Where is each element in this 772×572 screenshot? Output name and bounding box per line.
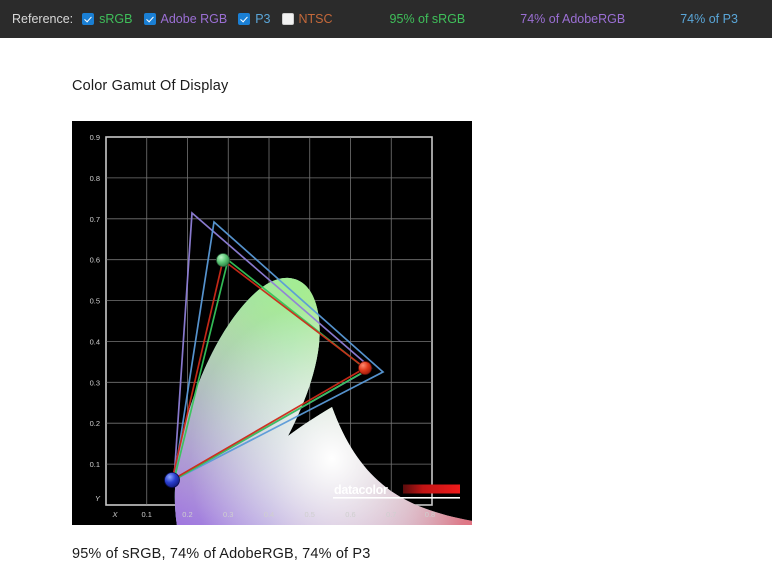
checkbox-group-srgb[interactable]: sRGB (82, 12, 133, 26)
checkbox-p3[interactable] (238, 13, 251, 25)
watermark-text: datacolor (334, 483, 388, 497)
checkbox-ntsc[interactable] (281, 13, 294, 25)
x-axis-ticks: X 0.1 0.2 0.3 0.4 0.5 0.6 0.7 0.8 (111, 510, 435, 519)
svg-text:0.5: 0.5 (90, 297, 100, 306)
checkbox-group-p3[interactable]: P3 (238, 12, 271, 26)
svg-text:0.6: 0.6 (90, 256, 100, 265)
marker-red-primary[interactable] (358, 361, 372, 375)
checkbox-srgb[interactable] (82, 13, 95, 25)
marker-green-primary[interactable] (216, 253, 230, 267)
readout-adobe-rgb: 74% of AdobeRGB (520, 12, 626, 26)
gamut-summary-caption: 95% of sRGB, 74% of AdobeRGB, 74% of P3 (72, 546, 371, 562)
readout-srgb: 95% of sRGB (389, 12, 466, 26)
svg-text:0.5: 0.5 (305, 510, 315, 519)
svg-text:0.8: 0.8 (425, 510, 435, 519)
checkbox-label-srgb[interactable]: sRGB (99, 12, 132, 26)
y-axis-label: Y (95, 494, 101, 503)
svg-text:0.4: 0.4 (90, 337, 100, 346)
svg-text:0.1: 0.1 (90, 460, 100, 469)
svg-text:0.7: 0.7 (90, 215, 100, 224)
svg-text:0.6: 0.6 (345, 510, 355, 519)
svg-text:0.1: 0.1 (142, 510, 152, 519)
page-title: Color Gamut Of Display (72, 78, 229, 94)
svg-text:0.3: 0.3 (223, 510, 233, 519)
reference-toolbar: Reference: sRGB Adobe RGB P3 NTSC 95% of… (0, 0, 772, 38)
svg-text:0.3: 0.3 (90, 378, 100, 387)
y-axis-ticks: 0.9 0.8 0.7 0.6 0.5 0.4 0.3 0.2 0.1 Y (90, 133, 101, 503)
checkbox-group-ntsc[interactable]: NTSC (281, 12, 333, 26)
cie-chromaticity-plot: datacolor 0.9 0.8 0.7 0.6 0.5 0.4 0.3 0.… (90, 133, 472, 525)
svg-text:0.8: 0.8 (90, 174, 100, 183)
x-axis-label: X (111, 510, 118, 519)
marker-blue-primary[interactable] (164, 472, 180, 488)
svg-text:0.2: 0.2 (90, 419, 100, 428)
checkbox-label-ntsc[interactable]: NTSC (299, 12, 333, 26)
watermark-bar (403, 484, 460, 494)
checkbox-label-adobe-rgb[interactable]: Adobe RGB (161, 12, 228, 26)
svg-text:0.4: 0.4 (264, 510, 274, 519)
svg-text:0.2: 0.2 (182, 510, 192, 519)
reference-label: Reference: (12, 12, 74, 26)
checkbox-label-p3[interactable]: P3 (255, 12, 270, 26)
color-gamut-chart: datacolor 0.9 0.8 0.7 0.6 0.5 0.4 0.3 0.… (72, 121, 472, 525)
checkbox-adobe-rgb[interactable] (143, 13, 156, 25)
readout-p3: 74% of P3 (680, 12, 738, 26)
svg-text:0.7: 0.7 (386, 510, 396, 519)
svg-text:0.9: 0.9 (90, 133, 100, 142)
watermark-rule (333, 497, 460, 499)
checkbox-group-adobe-rgb[interactable]: Adobe RGB (143, 12, 228, 26)
